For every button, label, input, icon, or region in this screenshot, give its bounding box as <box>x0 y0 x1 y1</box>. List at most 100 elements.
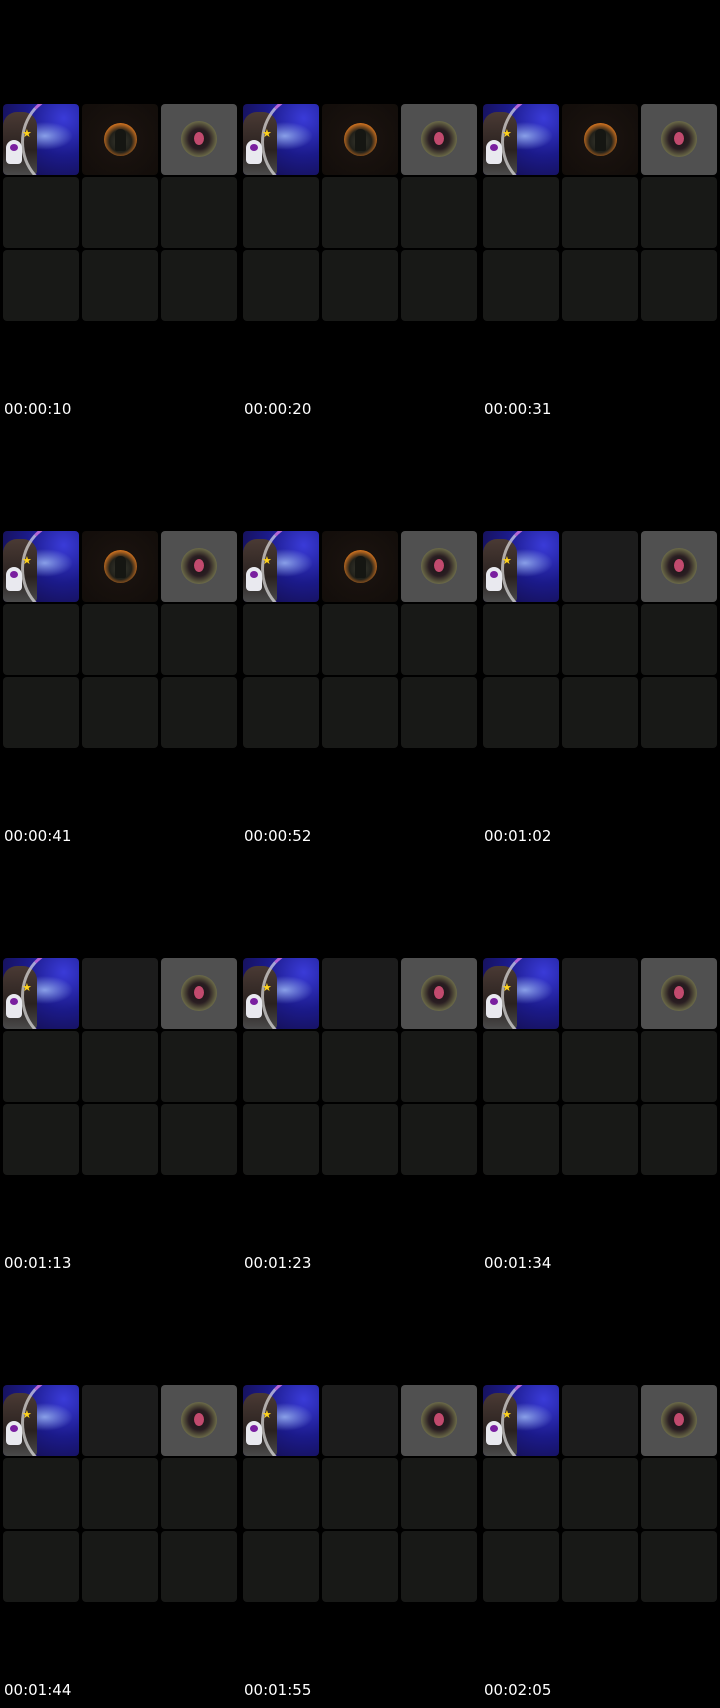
frame-timestamp: 00:01:34 <box>484 1254 552 1272</box>
empty-tile <box>641 1031 717 1102</box>
empty-tile <box>161 1531 237 1602</box>
frame-timestamp: 00:00:52 <box>244 827 312 845</box>
participant-tile-avatar[interactable] <box>82 104 158 175</box>
participant-tile-video[interactable]: ★ <box>483 104 559 175</box>
participant-tile-empty[interactable] <box>82 958 158 1029</box>
empty-tile <box>243 1031 319 1102</box>
avatar <box>181 548 217 584</box>
empty-tile <box>322 1458 398 1529</box>
empty-tile <box>641 677 717 748</box>
empty-tile <box>401 177 477 248</box>
empty-tile <box>243 604 319 675</box>
avatar <box>421 121 457 157</box>
star-icon: ★ <box>502 127 512 140</box>
frame-timestamp: 00:01:55 <box>244 1681 312 1699</box>
empty-tile <box>483 1031 559 1102</box>
empty-tile <box>322 1031 398 1102</box>
star-icon: ★ <box>262 127 272 140</box>
participant-tile-video[interactable]: ★ <box>243 104 319 175</box>
empty-tile <box>641 177 717 248</box>
empty-tile <box>3 1031 79 1102</box>
participant-tile-avatar[interactable] <box>82 531 158 602</box>
contact-sheet-frame: ★ 00:01:02 <box>480 427 720 854</box>
participant-tile-avatar[interactable] <box>641 531 717 602</box>
participant-tile-empty[interactable] <box>322 958 398 1029</box>
participant-tile-avatar[interactable] <box>641 958 717 1029</box>
empty-tile <box>641 604 717 675</box>
participant-tile-video[interactable]: ★ <box>3 531 79 602</box>
frame-timestamp: 00:01:13 <box>4 1254 72 1272</box>
participant-tile-avatar[interactable] <box>401 104 477 175</box>
participant-tile-empty[interactable] <box>322 1385 398 1456</box>
participant-tile-avatar[interactable] <box>161 531 237 602</box>
empty-tile <box>161 177 237 248</box>
participant-tile-avatar[interactable] <box>562 104 638 175</box>
contact-sheet-frame: ★ 00:01:13 <box>0 854 240 1281</box>
empty-tile <box>483 1104 559 1175</box>
participant-tile-avatar[interactable] <box>322 531 398 602</box>
participant-tile-video[interactable]: ★ <box>243 958 319 1029</box>
avatar <box>421 548 457 584</box>
empty-tile <box>641 1531 717 1602</box>
participant-tile-avatar[interactable] <box>322 104 398 175</box>
empty-tile <box>82 1031 158 1102</box>
frame-timestamp: 00:01:02 <box>484 827 552 845</box>
participant-tile-video[interactable]: ★ <box>243 1385 319 1456</box>
video-call-grid: ★ <box>243 958 480 1176</box>
contact-sheet-frame: ★ 00:01:55 <box>240 1281 480 1708</box>
participant-tile-empty[interactable] <box>82 1385 158 1456</box>
participant-tile-avatar[interactable] <box>161 104 237 175</box>
empty-tile <box>483 677 559 748</box>
participant-tile-video[interactable]: ★ <box>483 1385 559 1456</box>
empty-tile <box>322 177 398 248</box>
empty-tile <box>483 1458 559 1529</box>
avatar <box>661 1402 697 1438</box>
frame-timestamp: 00:01:23 <box>244 1254 312 1272</box>
empty-tile <box>161 604 237 675</box>
frame-timestamp: 00:00:31 <box>484 400 552 418</box>
participant-tile-avatar[interactable] <box>401 1385 477 1456</box>
empty-tile <box>401 1531 477 1602</box>
participant-tile-video[interactable]: ★ <box>3 104 79 175</box>
empty-tile <box>562 1531 638 1602</box>
participant-tile-video[interactable]: ★ <box>3 1385 79 1456</box>
participant-tile-empty[interactable] <box>562 958 638 1029</box>
star-icon: ★ <box>262 1408 272 1421</box>
participant-tile-video[interactable]: ★ <box>483 531 559 602</box>
participant-tile-avatar[interactable] <box>641 1385 717 1456</box>
astronaut-icon <box>6 1421 22 1445</box>
empty-tile <box>562 1458 638 1529</box>
empty-tile <box>562 250 638 321</box>
video-call-grid: ★ <box>3 1385 240 1603</box>
participant-tile-avatar[interactable] <box>161 1385 237 1456</box>
avatar <box>661 548 697 584</box>
empty-tile <box>322 250 398 321</box>
participant-tile-avatar[interactable] <box>401 958 477 1029</box>
participant-tile-video[interactable]: ★ <box>3 958 79 1029</box>
video-call-grid: ★ <box>483 104 720 322</box>
participant-tile-empty[interactable] <box>562 1385 638 1456</box>
empty-tile <box>562 177 638 248</box>
empty-tile <box>161 1031 237 1102</box>
avatar <box>344 123 377 156</box>
participant-tile-empty[interactable] <box>562 531 638 602</box>
empty-tile <box>401 1104 477 1175</box>
contact-sheet-frame: ★ 00:01:23 <box>240 854 480 1281</box>
empty-tile <box>322 1531 398 1602</box>
participant-tile-video[interactable]: ★ <box>243 531 319 602</box>
empty-tile <box>243 677 319 748</box>
contact-sheet-frame: ★ 00:00:20 <box>240 0 480 427</box>
participant-tile-avatar[interactable] <box>161 958 237 1029</box>
participant-tile-avatar[interactable] <box>641 104 717 175</box>
empty-tile <box>3 677 79 748</box>
star-icon: ★ <box>502 1408 512 1421</box>
empty-tile <box>641 250 717 321</box>
empty-tile <box>401 604 477 675</box>
participant-tile-avatar[interactable] <box>401 531 477 602</box>
astronaut-icon <box>486 140 502 164</box>
empty-tile <box>161 677 237 748</box>
video-call-grid: ★ <box>243 1385 480 1603</box>
participant-tile-video[interactable]: ★ <box>483 958 559 1029</box>
video-call-grid: ★ <box>483 531 720 749</box>
frame-timestamp: 00:01:44 <box>4 1681 72 1699</box>
